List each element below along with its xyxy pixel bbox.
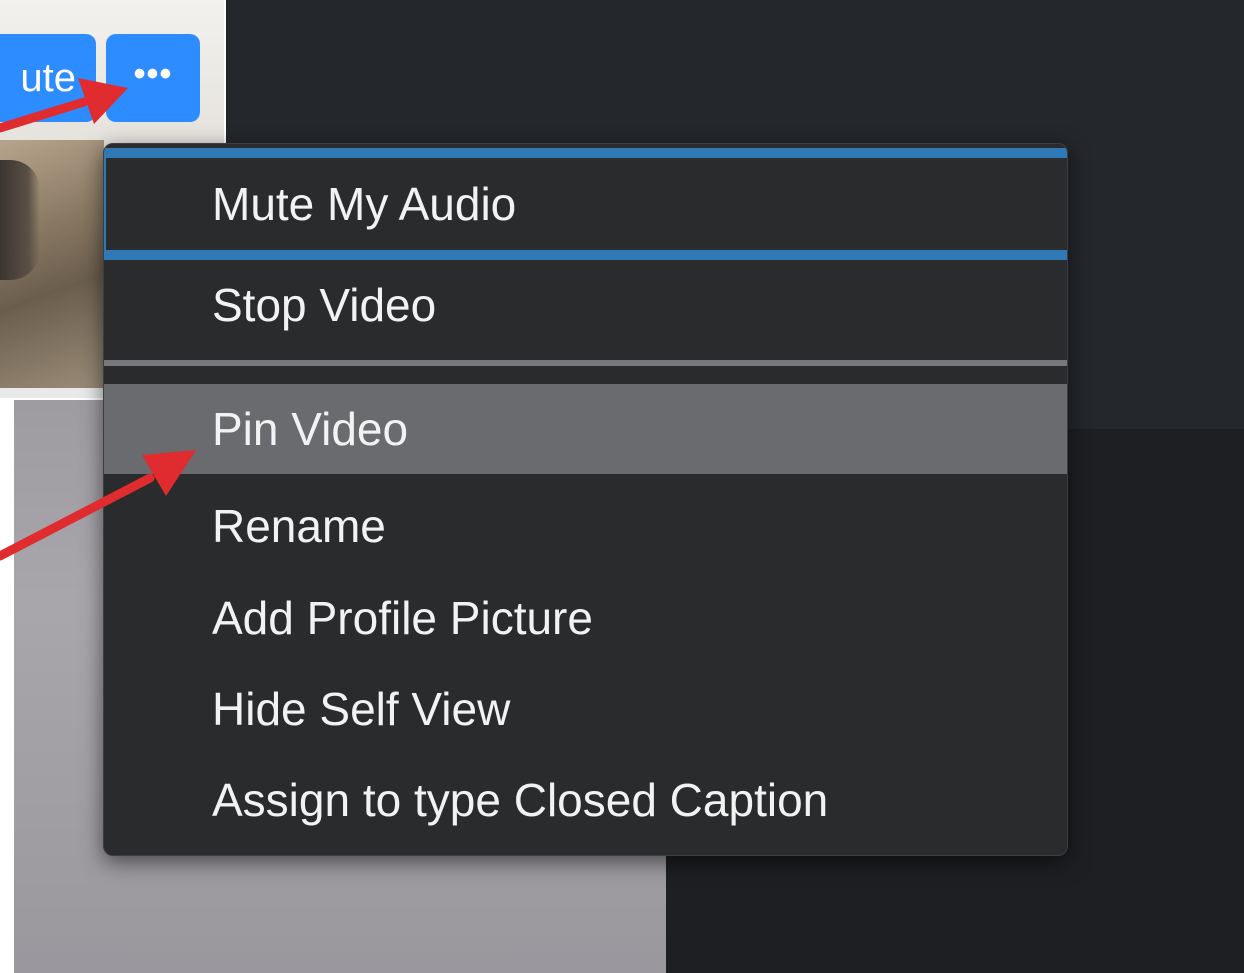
annotation-layer [0,78,196,561]
arrow-to-pin-video [0,450,196,561]
zoom-meeting-window: ute ••• Mute My Audio Stop Video Pin Vid… [0,0,1244,973]
arrow-to-more-button [0,78,128,133]
